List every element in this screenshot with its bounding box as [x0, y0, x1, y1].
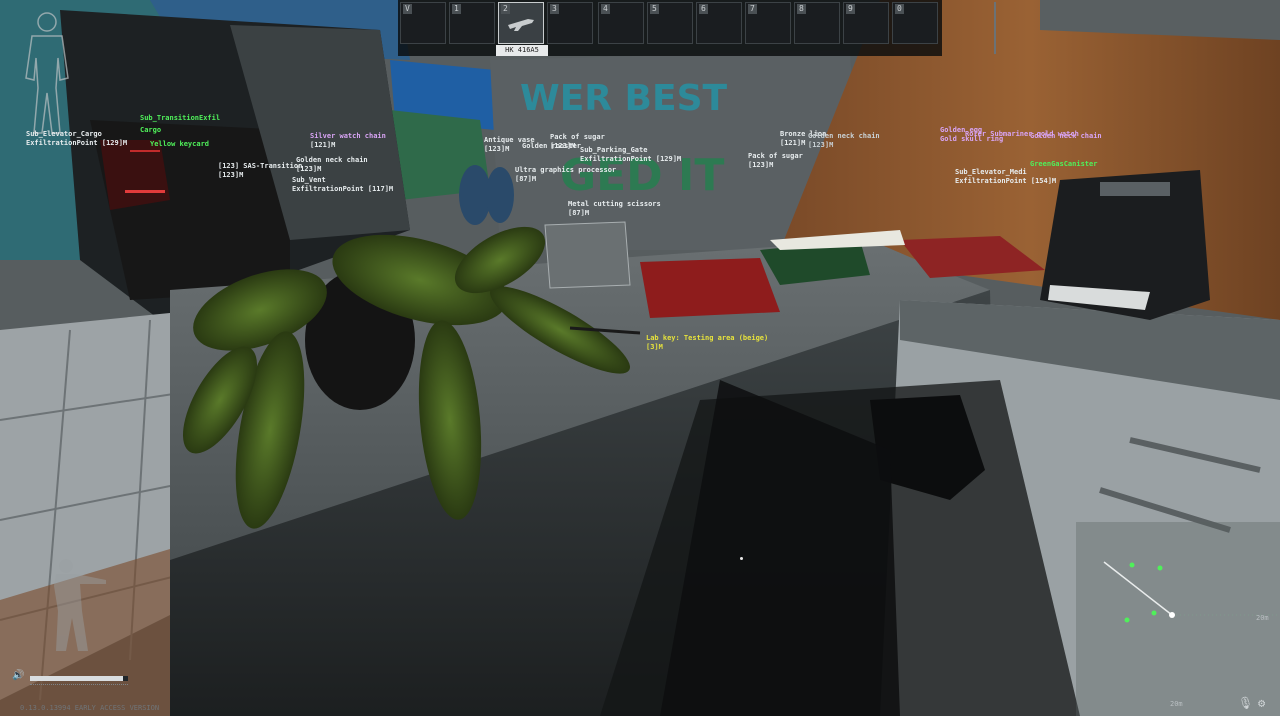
debug-label: Sub_Vent [292, 176, 326, 184]
quick-slot-v[interactable]: V [400, 2, 446, 44]
slot-number: 8 [797, 4, 806, 14]
slot-number: 3 [550, 4, 559, 14]
debug-label: [123]M [808, 141, 834, 149]
debug-label: Golden neck chain [808, 132, 880, 140]
slot-number: 1 [452, 4, 461, 14]
quick-slot-8[interactable]: 8 [794, 2, 840, 44]
radar-range-label: 20m [1256, 614, 1269, 622]
debug-label: [123] SAS-Transition [218, 162, 303, 170]
debug-label: Sub_TransitionExfil [140, 114, 221, 122]
debug-label: Golden neck chain [296, 156, 368, 164]
speaker-icon[interactable]: 🔊 [12, 670, 24, 681]
debug-label: Sub_Parking_Gate [580, 146, 648, 154]
debug-label: ExfiltrationPoint [129]M [26, 139, 128, 147]
debug-label: Pack of sugar [748, 152, 803, 160]
debug-label: Ultra graphics processor [515, 166, 617, 174]
slot-number: 5 [650, 4, 659, 14]
quick-slot-3[interactable]: 3 [547, 2, 593, 44]
slot-number: 4 [601, 4, 610, 14]
quick-slot-1[interactable]: 1 [449, 2, 495, 44]
mic-icon[interactable]: 🎙 [1238, 696, 1253, 710]
poster-line-1: WER BEST [520, 78, 728, 119]
debug-label: ExfiltrationPoint [154]M [955, 177, 1057, 185]
slot-number: 6 [699, 4, 708, 14]
debug-label: Yellow keycard [150, 140, 210, 148]
slot-number: 0 [895, 4, 904, 14]
debug-label: Metal cutting scissors [568, 200, 661, 208]
debug-label: [87]M [568, 209, 590, 217]
quick-slot-9[interactable]: 9 [843, 2, 889, 44]
volume-ticks [30, 684, 128, 688]
settings-icon[interactable]: ⚙ [1258, 696, 1265, 710]
compass-radar [1076, 522, 1280, 716]
active-weapon-name: HK 416A5 [496, 45, 548, 56]
debug-label: [123]M [484, 145, 510, 153]
debug-label: Roler Submariner gold watch [965, 130, 1079, 138]
debug-label-lab-key: Lab key: Testing area (beige) [646, 334, 769, 342]
crosshair-dot [740, 557, 743, 560]
debug-label: [123]M [550, 142, 576, 150]
slot-separator [994, 2, 996, 54]
debug-label: Cargo [140, 126, 162, 134]
debug-label: Sub_Elevator_Medi [955, 168, 1027, 176]
quick-slot-5[interactable]: 5 [647, 2, 693, 44]
body-health-icon [25, 12, 69, 134]
build-version-text: 0.13.0.13994 EARLY ACCESS VERSION [20, 704, 160, 712]
debug-label: Sub_Elevator_Cargo [26, 130, 102, 138]
quick-slot-bar: V 1 2 3 4 5 6 7 8 9 0 [398, 0, 996, 56]
debug-label: Pack of sugar [550, 133, 605, 141]
debug-label: Silver watch chain [310, 132, 386, 140]
stance-soldier-icon [54, 559, 106, 651]
quick-slot-2-active[interactable]: 2 [498, 2, 544, 44]
debug-label: [121]M [310, 141, 336, 149]
rifle-icon [508, 19, 534, 31]
volume-fill [30, 676, 124, 681]
debug-label: [121]M [780, 139, 806, 147]
quick-slot-0[interactable]: 0 [892, 2, 938, 44]
debug-label: GreenGasCanister [1030, 160, 1098, 168]
debug-label: ExfiltrationPoint [129]M [580, 155, 682, 163]
quick-slot-6[interactable]: 6 [696, 2, 742, 44]
slot-number: 9 [846, 4, 855, 14]
quick-slot-4[interactable]: 4 [598, 2, 644, 44]
radar-scale-label: 20m [1170, 700, 1183, 708]
debug-label: [87]M [515, 175, 537, 183]
slot-number: 2 [501, 4, 510, 14]
slot-number: 7 [748, 4, 757, 14]
slot-number: V [403, 4, 412, 14]
debug-label: ExfiltrationPoint [117]M [292, 185, 394, 193]
debug-label-lab-key-distance: [3]M [646, 343, 663, 351]
debug-label: [123]M [748, 161, 774, 169]
debug-label: [123]M [218, 171, 244, 179]
quick-slot-7[interactable]: 7 [745, 2, 791, 44]
volume-bar[interactable] [30, 676, 128, 681]
